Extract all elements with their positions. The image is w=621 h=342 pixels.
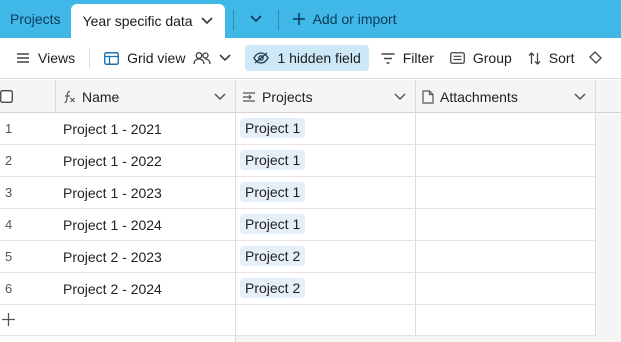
column-header-projects-label: Projects (262, 88, 313, 105)
tab-year-specific-data[interactable]: Year specific data (70, 4, 225, 38)
row-number: 1 (5, 121, 13, 136)
filter-label: Filter (402, 50, 434, 66)
records-grid: Name Projects Attachments 1 Project 1 - … (0, 80, 621, 342)
collaborators-icon (193, 51, 212, 65)
sort-icon (528, 51, 541, 65)
row-number: 6 (5, 281, 13, 296)
group-icon (449, 52, 465, 64)
more-tables-button[interactable] (242, 0, 270, 38)
toolbar-divider (89, 48, 91, 68)
filter-button[interactable]: Filter (375, 45, 440, 71)
project-chip[interactable]: Project 1 (240, 150, 306, 170)
hidden-fields-label: 1 hidden field (277, 50, 361, 66)
select-all-checkbox[interactable] (0, 90, 13, 103)
grid-icon (104, 51, 120, 65)
project-chip[interactable]: Project 1 (240, 182, 306, 202)
group-button[interactable]: Group (444, 45, 518, 71)
group-label: Group (472, 50, 512, 66)
hidden-fields-button[interactable]: 1 hidden field (245, 45, 369, 71)
project-chip[interactable]: Project 2 (240, 278, 306, 298)
project-chip[interactable]: Project 1 (240, 214, 306, 234)
sort-label: Sort (548, 50, 575, 66)
chevron-down-icon[interactable] (394, 92, 406, 101)
name-cell[interactable]: Project 1 - 2024 (63, 217, 162, 233)
chevron-down-icon (219, 54, 232, 62)
table-row[interactable]: 3 Project 1 - 2023 Project 1 (0, 177, 596, 209)
name-cell[interactable]: Project 1 - 2022 (63, 153, 162, 169)
add-field-header[interactable] (596, 80, 621, 113)
chevron-down-icon (250, 15, 262, 23)
table-row[interactable]: 6 Project 2 - 2024 Project 2 (0, 273, 596, 305)
column-header-attachments-label: Attachments (440, 88, 518, 105)
document-icon (422, 89, 434, 104)
tab-projects-label: Projects (10, 11, 61, 27)
views-label: Views (38, 50, 76, 66)
chevron-down-icon[interactable] (214, 92, 226, 101)
table-row[interactable]: 1 Project 1 - 2021 Project 1 (0, 113, 596, 145)
name-cell[interactable]: Project 2 - 2024 (63, 281, 162, 297)
sort-button[interactable]: Sort (522, 45, 581, 71)
grid-right-gutter (596, 113, 621, 342)
row-number: 5 (5, 249, 13, 264)
add-or-import-label: Add or import (312, 11, 397, 27)
chevron-down-icon[interactable] (574, 92, 586, 101)
grid-empty-area (236, 336, 621, 342)
chevron-down-icon[interactable] (201, 17, 213, 25)
color-button[interactable] (582, 45, 603, 71)
tab-projects[interactable]: Projects (0, 0, 71, 38)
project-chip[interactable]: Project 1 (240, 118, 306, 138)
filter-icon (381, 52, 395, 64)
project-chip[interactable]: Project 2 (240, 246, 306, 266)
views-button[interactable]: Views (10, 45, 81, 71)
column-header-attachments[interactable]: Attachments (422, 80, 592, 113)
name-cell[interactable]: Project 1 - 2021 (63, 121, 162, 137)
table-row[interactable]: 4 Project 1 - 2024 Project 1 (0, 209, 596, 241)
linked-record-icon (242, 91, 256, 103)
add-or-import-button[interactable]: Add or import (287, 0, 403, 38)
name-cell[interactable]: Project 1 - 2023 (63, 185, 162, 201)
tab-divider (277, 10, 279, 30)
tab-bar: Projects Year specific data Add or impor… (0, 0, 621, 38)
row-number: 4 (5, 217, 13, 232)
name-cell[interactable]: Project 2 - 2023 (63, 249, 162, 265)
table-row[interactable]: 5 Project 2 - 2023 Project 2 (0, 241, 596, 273)
column-header-projects[interactable]: Projects (242, 80, 412, 113)
table-row[interactable]: 2 Project 1 - 2022 Project 1 (0, 145, 596, 177)
formula-icon (62, 90, 76, 104)
grid-view-button[interactable]: Grid view (98, 45, 237, 71)
paint-bucket-icon (588, 51, 603, 65)
tab-year-specific-data-label: Year specific data (82, 13, 193, 29)
tab-divider (232, 10, 234, 30)
eye-slash-icon (253, 52, 270, 64)
row-number: 3 (5, 185, 13, 200)
grid-header-row: Name Projects Attachments (0, 80, 596, 113)
plus-icon (2, 313, 15, 326)
view-toolbar: Views Grid view 1 hidden field Filter Gr… (0, 38, 621, 79)
column-header-name-label: Name (82, 88, 120, 105)
column-divider (55, 80, 56, 113)
menu-icon (16, 52, 30, 64)
grid-view-label: Grid view (127, 50, 186, 66)
column-header-name[interactable]: Name (62, 80, 232, 113)
row-number: 2 (5, 153, 13, 168)
plus-icon (292, 13, 305, 25)
add-record-row[interactable] (0, 305, 596, 336)
